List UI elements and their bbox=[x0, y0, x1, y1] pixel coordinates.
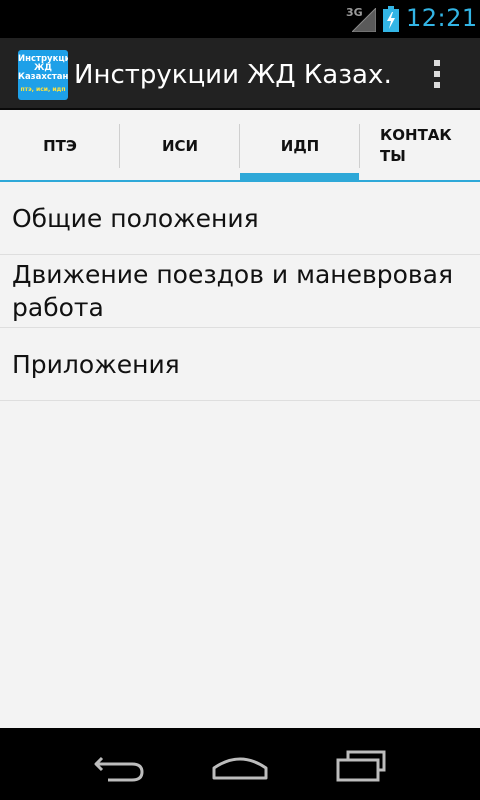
status-bar: 3G 12:21 bbox=[0, 0, 480, 38]
tab-contacts[interactable]: КОНТАК ТЫ bbox=[360, 110, 480, 182]
action-bar: Инструкции ЖД Казахстана птэ, иси, идп И… bbox=[0, 38, 480, 110]
overflow-dot bbox=[434, 60, 440, 66]
app-icon[interactable]: Инструкции ЖД Казахстана птэ, иси, идп bbox=[18, 50, 68, 100]
tab-label: КОНТАК ТЫ bbox=[380, 125, 460, 167]
home-icon[interactable] bbox=[210, 748, 270, 784]
list-item[interactable]: Движение поездов и маневровая работа bbox=[0, 255, 480, 328]
tab-label: ПТЭ bbox=[43, 137, 77, 155]
tab-pte[interactable]: ПТЭ bbox=[0, 110, 120, 182]
tab-isi[interactable]: ИСИ bbox=[120, 110, 240, 182]
clock: 12:21 bbox=[406, 4, 478, 32]
overflow-dot bbox=[434, 82, 440, 88]
tab-label: ИДП bbox=[280, 137, 320, 155]
list-item[interactable]: Приложения bbox=[0, 328, 480, 401]
signal-strength-icon bbox=[352, 8, 376, 32]
overflow-menu-icon[interactable] bbox=[420, 52, 454, 96]
tab-label-line-1: КОНТАК bbox=[380, 126, 452, 144]
screen: 3G 12:21 Инструкции ЖД Казахстана птэ, и… bbox=[0, 0, 480, 800]
back-icon[interactable] bbox=[90, 748, 150, 784]
app-title: Инструкции ЖД Казах… bbox=[74, 60, 394, 90]
battery-charging-icon bbox=[383, 6, 399, 32]
app-icon-line-3: Казахстана bbox=[18, 72, 68, 82]
overflow-dot bbox=[434, 71, 440, 77]
tab-bar: ПТЭ ИСИ ИДП КОНТАК ТЫ bbox=[0, 110, 480, 182]
recent-apps-icon[interactable] bbox=[332, 748, 392, 784]
selected-tab-indicator bbox=[240, 173, 359, 180]
content-list: Общие положения Движение поездов и манев… bbox=[0, 182, 480, 728]
tab-label-line-2: ТЫ bbox=[380, 147, 406, 165]
tab-idp[interactable]: ИДП bbox=[240, 110, 360, 182]
navigation-bar bbox=[0, 728, 480, 800]
list-item[interactable]: Общие положения bbox=[0, 182, 480, 255]
app-icon-subtitle: птэ, иси, идп bbox=[20, 86, 66, 93]
tab-label: ИСИ bbox=[161, 137, 199, 155]
